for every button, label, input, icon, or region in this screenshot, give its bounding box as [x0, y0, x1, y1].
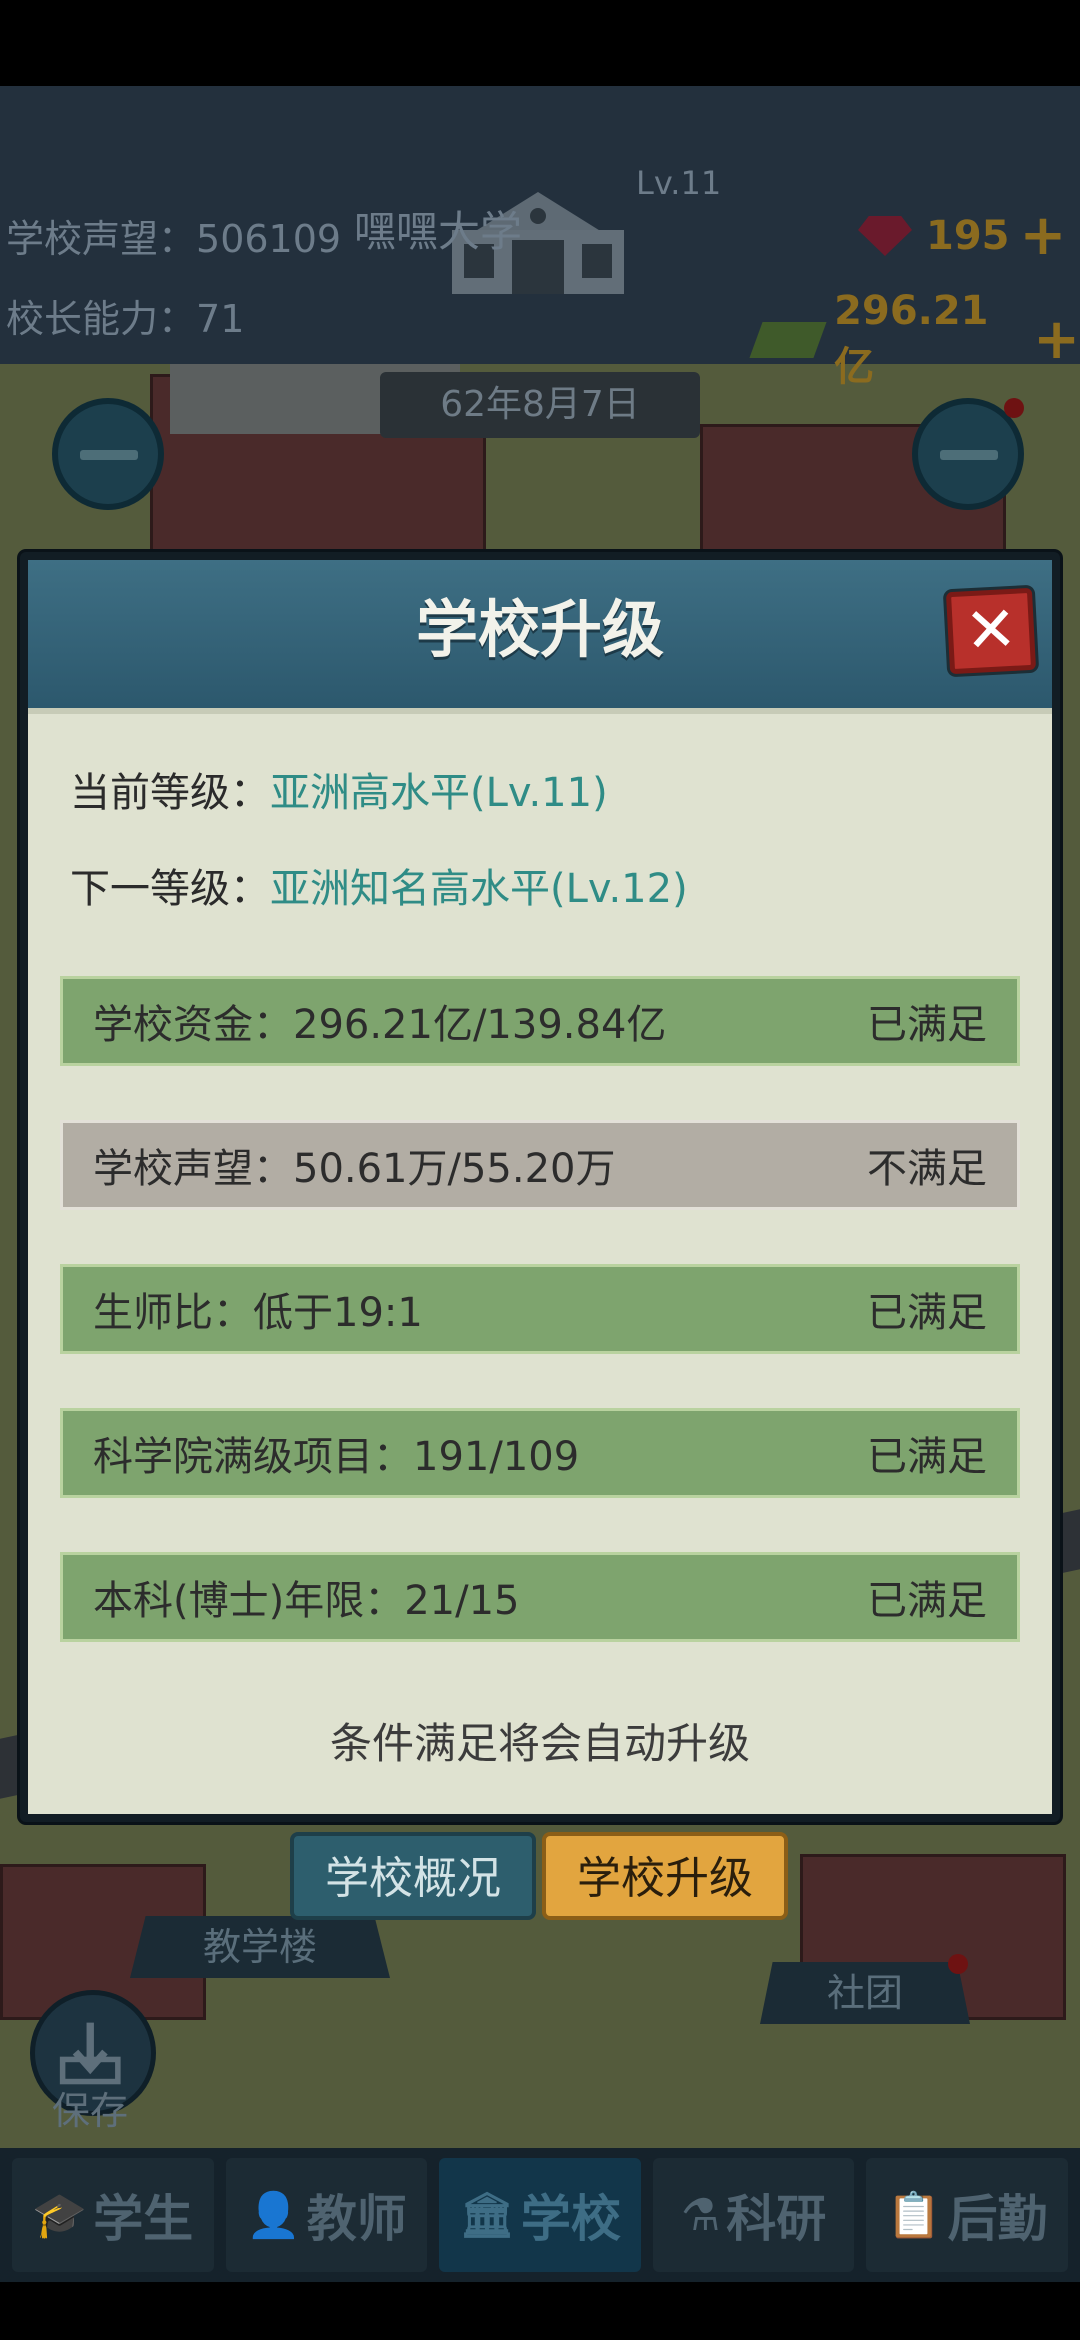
reputation-label: 学校声望：506109: [6, 217, 342, 261]
top-hud: 学校声望：506109 校长能力：71 Lv.11 嘿嘿大学 195 + 296…: [0, 86, 1080, 390]
system-nav-bar: [0, 2282, 1080, 2340]
school-name: 嘿嘿大学: [354, 207, 523, 256]
gem-counter: 195 +: [858, 208, 1066, 264]
condition-reputation: 学校声望：50.61万/55.20万 不满足: [60, 1120, 1020, 1210]
club-notification-dot: [948, 1954, 968, 1974]
clipboard-icon: 📋: [886, 2190, 942, 2241]
nav-teachers[interactable]: 👤 教师: [225, 2158, 428, 2272]
condition-funds: 学校资金：296.21亿/139.84亿 已满足: [60, 976, 1020, 1066]
nav-school[interactable]: 🏛 学校: [439, 2158, 641, 2272]
map-label-teaching-building[interactable]: 教学楼: [130, 1916, 390, 1978]
school-upgrade-dialog: 学校升级 ✕ 当前等级：亚洲高水平(Lv.11) 下一等级：亚洲知名高水平(Lv…: [20, 552, 1060, 1822]
save-label: 保存: [52, 2089, 129, 2133]
nav-research[interactable]: ⚗ 科研: [652, 2158, 855, 2272]
cash-icon: [749, 322, 827, 358]
auto-upgrade-note: 条件满足将会自动升级: [329, 1719, 750, 1768]
current-level-row: 当前等级：亚洲高水平(Lv.11): [70, 770, 608, 816]
condition-status: 已满足: [867, 1002, 987, 1048]
condition-degree-years: 本科(博士)年限：21/15 已满足: [60, 1552, 1020, 1642]
condition-status: 不满足: [867, 1146, 987, 1192]
map-label-club[interactable]: 社团: [760, 1962, 970, 2024]
flask-icon: ⚗: [680, 2189, 721, 2241]
close-icon: ✕: [963, 591, 1019, 668]
gem-icon: [858, 216, 912, 256]
student-icon: 🎓: [32, 2190, 88, 2241]
nav-students[interactable]: 🎓 学生: [12, 2158, 214, 2272]
close-button[interactable]: ✕: [945, 587, 1037, 675]
zoom-out-button[interactable]: [52, 398, 164, 510]
principal-ability: 校长能力：71: [6, 297, 245, 341]
add-money-button[interactable]: +: [1033, 312, 1080, 368]
condition-status: 已满足: [867, 1578, 987, 1624]
school-icon: 🏛: [459, 2190, 515, 2241]
tab-school-upgrade[interactable]: 学校升级: [542, 1832, 788, 1920]
condition-status: 已满足: [867, 1434, 987, 1480]
teacher-icon: 👤: [245, 2190, 301, 2241]
nav-logistics[interactable]: 📋 后勤: [866, 2158, 1068, 2272]
tab-school-overview[interactable]: 学校概况: [290, 1832, 536, 1920]
condition-status: 已满足: [867, 1290, 987, 1336]
school-level: Lv.11: [636, 164, 722, 202]
bottom-navigation: 🎓 学生 👤 教师 🏛 学校 ⚗ 科研 📋 后勤: [0, 2148, 1080, 2282]
condition-academy-projects: 科学院满级项目：191/109 已满足: [60, 1408, 1020, 1498]
game-date: 62年8月7日: [380, 372, 700, 438]
condition-student-teacher-ratio: 生师比：低于19:1 已满足: [60, 1264, 1020, 1354]
next-level-row: 下一等级：亚洲知名高水平(Lv.12): [70, 866, 688, 912]
dialog-title: 学校升级: [415, 593, 664, 666]
add-gems-button[interactable]: +: [1020, 208, 1067, 264]
money-counter: 296.21亿 +: [749, 288, 1080, 392]
notification-dot: [1004, 398, 1024, 418]
